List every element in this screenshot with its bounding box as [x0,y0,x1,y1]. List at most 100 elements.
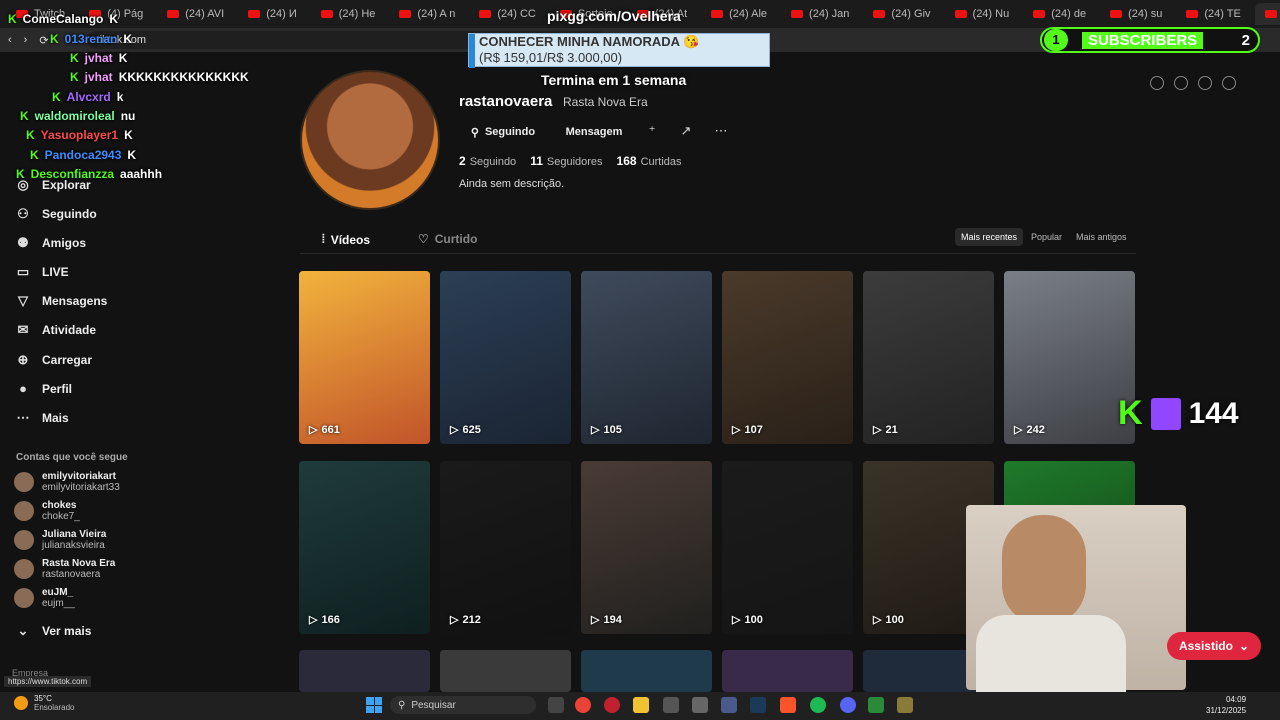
sidebar-item-perfil[interactable]: ● Perfil [16,382,72,397]
following-button[interactable]: ⚲ Seguindo [461,121,545,143]
kick-badge-icon: K [30,148,39,162]
weather-widget[interactable]: 35°C Ensolarado [14,694,74,712]
play-icon: ▷ [732,424,741,436]
video-thumbnail[interactable]: ▷ 107 [722,271,853,444]
chat-username[interactable]: Pandoca2943 [45,148,122,162]
followers-stat[interactable]: 11 Seguidores [530,154,602,168]
video-thumbnail[interactable] [722,650,853,692]
chat-username[interactable]: jvhat [85,51,113,65]
sidebar-item-mensagens[interactable]: ▽ Mensagens [16,294,107,309]
following-account[interactable]: chokes choke7_ [14,500,80,522]
video-thumbnail[interactable] [299,650,430,692]
folder-icon[interactable] [633,697,649,713]
tab-liked[interactable]: ♡ Curtido [418,232,477,246]
reload-icon[interactable]: ⟳ [39,34,48,47]
following-account[interactable]: Rasta Nova Era rastanovaera [14,558,115,580]
browser-tab[interactable]: (24) AVI [157,3,234,25]
chat-username[interactable]: 013renan [65,32,118,46]
browser-tab[interactable]: (24) Ale [701,3,777,25]
video-thumbnail[interactable]: ▷ 105 [581,271,712,444]
video-thumbnail[interactable]: ▷ 194 [581,461,712,634]
sidebar-item-carregar[interactable]: ⊕ Carregar [16,353,92,368]
chat-username[interactable]: Desconfianzza [31,167,114,181]
play-icon[interactable] [868,697,884,713]
chat-username[interactable]: waldomiroleal [35,109,115,123]
ver-mais-button[interactable]: ⌄ Ver mais [16,624,92,639]
video-thumbnail[interactable]: ▷ 100 [722,461,853,634]
browser-tab[interactable]: (4) [1254,3,1280,25]
browser-tab[interactable]: (24) Giv [863,3,940,25]
browser-tab[interactable]: (24) Nu [945,3,1020,25]
spotify-icon[interactable] [810,697,826,713]
chat-username[interactable]: Alvcxrd [67,90,111,104]
download-icon[interactable] [1198,76,1212,90]
share-icon[interactable]: ↗ [677,122,695,140]
steam-icon[interactable] [750,697,766,713]
chat-username[interactable]: Yasuoplayer1 [41,128,118,142]
browser-tab[interactable]: (24) su [1100,3,1172,25]
message-button[interactable]: Mensagem [556,121,632,143]
following-account[interactable]: emilyvitoriakart emilyvitoriakart33 [14,471,120,493]
kick-badge-icon: K [70,70,79,84]
obs-icon[interactable] [692,697,708,713]
browser-tab[interactable]: (24) TE [1176,3,1250,25]
more-options-icon[interactable]: ⋯ [712,122,730,140]
sidebar-item-live[interactable]: ▭ LIVE [16,265,69,280]
tab-videos[interactable]: ⦙ Vídeos [322,232,370,247]
video-thumbnail[interactable] [440,650,571,692]
app-icon[interactable] [663,697,679,713]
chat-username[interactable]: jvhat [85,70,113,84]
browser-tab[interactable]: (24) de [1023,3,1096,25]
kick-badge-icon: K [52,90,61,104]
chat-username[interactable]: ComeCalango [23,12,104,26]
add-friend-icon[interactable]: ⁺ [643,122,661,140]
video-thumbnail[interactable]: ▷ 625 [440,271,571,444]
view-count: ▷ 166 [309,613,340,627]
sort-popular[interactable]: Popular [1025,228,1068,246]
coin-icon[interactable] [1150,76,1164,90]
chat-text: K [109,12,119,26]
goal-progress-bar [469,34,475,68]
chrome-icon[interactable] [575,697,591,713]
browser-tab[interactable]: (24) И [238,3,307,25]
user-avatar-icon[interactable] [1222,76,1236,90]
sort-recent[interactable]: Mais recentes [955,228,1024,246]
back-icon[interactable]: ‹ [8,34,12,46]
sidebar-item-atividade[interactable]: ✉ Atividade [16,323,96,338]
watched-button[interactable]: Assistido ⌄ [1167,632,1261,660]
windows-start-icon[interactable] [366,697,382,713]
profile-avatar[interactable] [300,70,440,210]
misc-icon[interactable] [897,697,913,713]
browser-tab[interactable]: (24) CC [469,3,546,25]
view-count: ▷ 661 [309,423,340,437]
view-count: ▷ 212 [450,613,481,627]
browser-tab[interactable]: (24) Jan [781,3,859,25]
discord-icon[interactable] [840,697,856,713]
system-clock[interactable]: 04:09 31/12/2025 [1206,694,1246,716]
chat-text: nu [120,109,136,123]
video-thumbnail[interactable]: ▷ 212 [440,461,571,634]
sidebar-item-mais[interactable]: ⋯ Mais [16,411,69,426]
forward-icon[interactable]: › [24,34,28,46]
following-account[interactable]: Juliana Vieira julianaksvieira [14,529,106,551]
video-thumbnail[interactable] [581,650,712,692]
task-view-icon[interactable] [548,697,564,713]
video-thumbnail[interactable]: ▷ 21 [863,271,994,444]
browser-tab[interactable]: (24) He [311,3,386,25]
sidebar-item-amigos[interactable]: ⚉ Amigos [16,236,86,251]
following-account[interactable]: euJM_ eujm__ [14,587,75,609]
goal-amount: (R$ 159,01/R$ 3.000,00) [479,50,623,65]
video-thumbnail[interactable]: ▷ 661 [299,271,430,444]
sort-oldest[interactable]: Mais antigos [1070,228,1133,246]
opera-icon[interactable] [604,697,620,713]
browser-tab[interactable]: (24) A n [389,3,465,25]
video-thumbnail[interactable]: ▷ 242 [1004,271,1135,444]
following-button-label: Seguindo [484,126,536,138]
discord-alt-icon[interactable] [721,697,737,713]
following-stat[interactable]: 2 Seguindo [459,154,516,168]
brave-icon[interactable] [780,697,796,713]
video-thumbnail[interactable]: ▷ 166 [299,461,430,634]
taskbar-search[interactable]: ⚲ Pesquisar [390,696,536,714]
device-icon[interactable] [1174,76,1188,90]
sidebar-item-seguindo[interactable]: ⚇ Seguindo [16,207,97,222]
